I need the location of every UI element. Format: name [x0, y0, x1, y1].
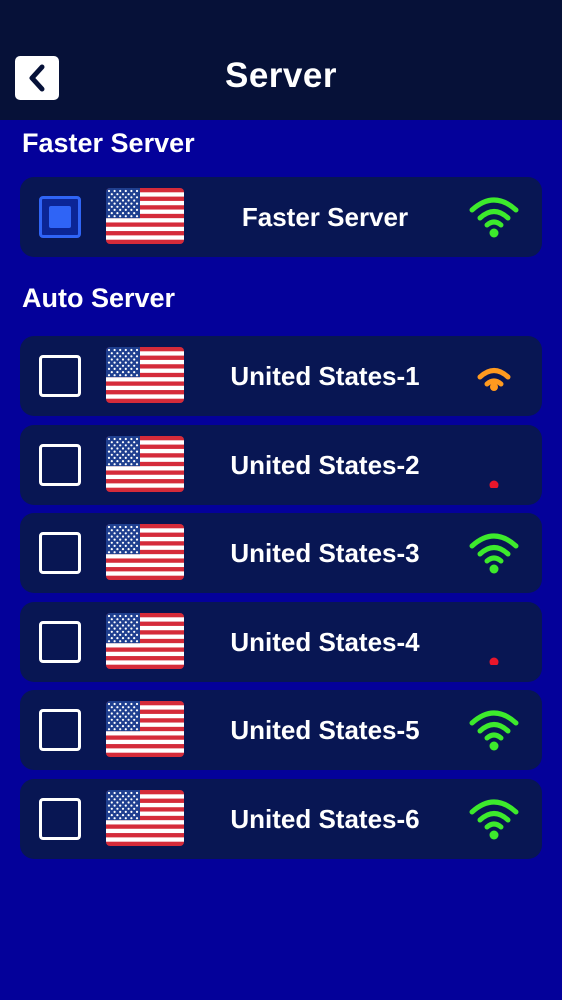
signal-indicator	[466, 619, 522, 665]
header-bar: Server	[0, 0, 562, 120]
section-title-auto: Auto Server	[22, 283, 176, 313]
server-row[interactable]: United States-4	[20, 601, 542, 682]
checkbox-fill	[49, 206, 71, 228]
signal-indicator	[466, 796, 522, 842]
server-name: United States-4	[230, 626, 420, 657]
server-row[interactable]: United States-2	[20, 424, 542, 505]
wifi-weak-icon	[489, 480, 499, 488]
us-flag-icon	[106, 524, 184, 580]
server-row[interactable]: United States-1	[20, 336, 542, 416]
signal-indicator	[466, 353, 522, 399]
server-row[interactable]: United States-6	[20, 778, 542, 859]
server-checkbox[interactable]	[39, 196, 81, 238]
server-checkbox[interactable]	[39, 443, 81, 486]
server-row[interactable]: Faster Server	[20, 177, 542, 257]
server-name: United States-5	[230, 715, 420, 745]
us-flag-icon	[106, 188, 184, 244]
signal-indicator	[466, 194, 522, 240]
wifi-medium-icon	[477, 368, 511, 391]
signal-indicator	[466, 530, 522, 576]
server-name: United States-6	[230, 803, 420, 834]
us-flag-icon	[106, 612, 184, 669]
us-flag-icon	[106, 789, 184, 846]
wifi-strong-icon	[469, 710, 519, 751]
server-name: United States-3	[230, 538, 420, 568]
server-checkbox[interactable]	[39, 355, 81, 397]
server-row[interactable]: United States-3	[20, 513, 542, 593]
signal-indicator	[466, 707, 522, 753]
server-name: United States-2	[230, 449, 420, 480]
server-name: Faster Server	[241, 202, 409, 232]
section-title-faster: Faster Server	[22, 128, 195, 158]
page-title: Server	[225, 56, 337, 95]
server-checkbox[interactable]	[39, 797, 81, 840]
us-flag-icon	[106, 701, 184, 757]
server-checkbox[interactable]	[39, 532, 81, 574]
wifi-strong-icon	[469, 533, 519, 574]
server-checkbox[interactable]	[39, 709, 81, 751]
server-name: United States-1	[230, 361, 420, 391]
us-flag-icon	[106, 435, 184, 492]
server-row[interactable]: United States-5	[20, 690, 542, 770]
signal-indicator	[466, 442, 522, 488]
us-flag-icon	[106, 347, 184, 403]
wifi-strong-icon	[469, 197, 519, 238]
wifi-weak-icon	[489, 657, 499, 665]
wifi-strong-icon	[469, 799, 519, 839]
server-checkbox[interactable]	[39, 620, 81, 663]
